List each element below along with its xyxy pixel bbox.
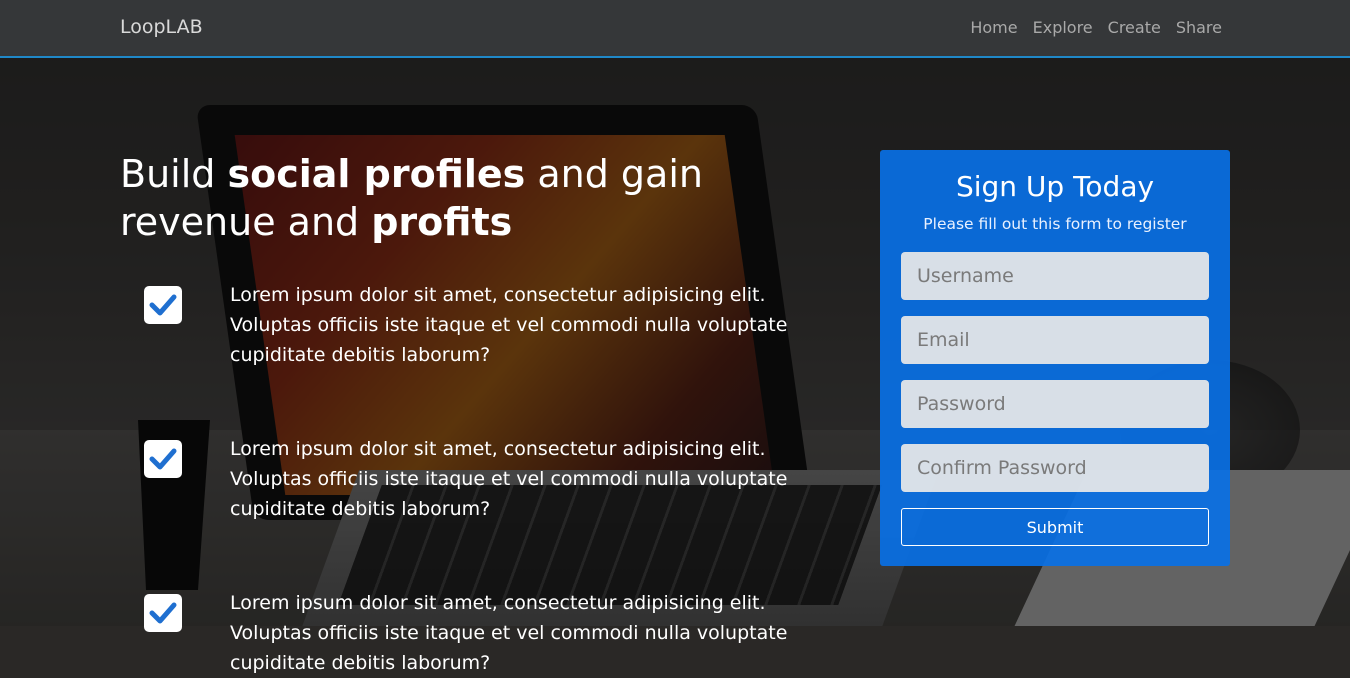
headline-part: Build — [120, 152, 228, 196]
feature-text: Lorem ipsum dolor sit amet, consectetur … — [230, 438, 788, 520]
nav-link-create[interactable]: Create — [1108, 18, 1161, 37]
hero-headline: Build social profiles and gain revenue a… — [120, 150, 860, 246]
email-input[interactable] — [901, 316, 1209, 364]
headline-emphasis: profits — [371, 200, 513, 244]
feature-text: Lorem ipsum dolor sit amet, consectetur … — [230, 284, 788, 366]
nav-link-explore[interactable]: Explore — [1033, 18, 1093, 37]
feature-text: Lorem ipsum dolor sit amet, consectetur … — [230, 592, 788, 674]
nav-links: Home Explore Create Share — [970, 18, 1222, 37]
signup-title: Sign Up Today — [955, 170, 1155, 203]
brand-logo[interactable]: LoopLAB — [120, 16, 203, 38]
headline-emphasis: social profiles — [227, 152, 526, 196]
navbar: LoopLAB Home Explore Create Share — [0, 0, 1350, 58]
nav-link-home[interactable]: Home — [970, 18, 1017, 37]
username-input[interactable] — [901, 252, 1209, 300]
signup-form: Sign Up Today Please fill out this form … — [880, 150, 1230, 566]
password-input[interactable] — [901, 380, 1209, 428]
confirm-password-input[interactable] — [901, 444, 1209, 492]
signup-subtitle: Please fill out this form to register — [923, 215, 1187, 233]
check-icon — [144, 286, 182, 324]
check-icon — [144, 594, 182, 632]
submit-button[interactable]: Submit — [901, 508, 1209, 546]
check-icon — [144, 440, 182, 478]
nav-link-share[interactable]: Share — [1176, 18, 1222, 37]
